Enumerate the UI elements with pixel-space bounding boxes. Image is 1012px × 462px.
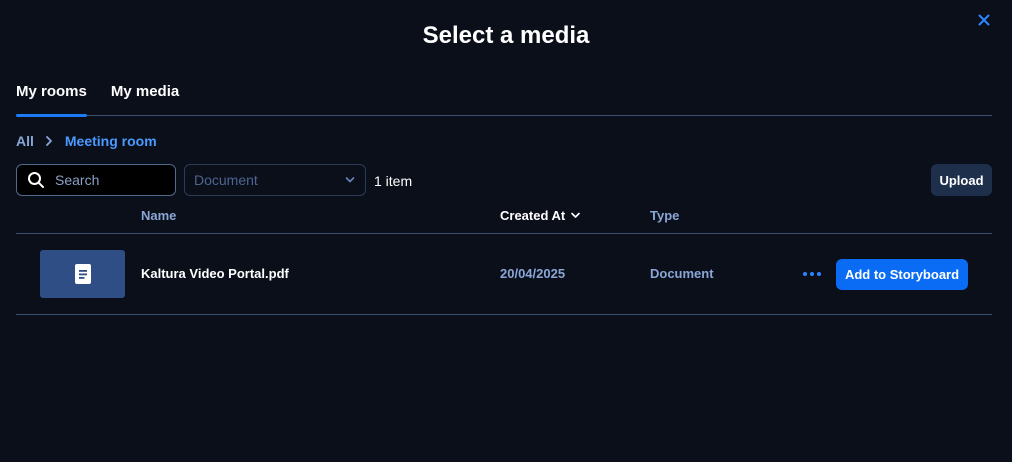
type-filter-select[interactable]: Document (184, 164, 366, 196)
breadcrumb-meeting-room[interactable]: Meeting room (65, 133, 157, 149)
column-header-type[interactable]: Type (650, 208, 679, 223)
more-horizontal-icon (803, 272, 821, 276)
media-created-at: 20/04/2025 (500, 266, 566, 281)
table-header: Name Created At Type (16, 200, 992, 234)
sort-chevron-down-icon (571, 212, 581, 218)
tab-my-media[interactable]: My media (111, 82, 179, 116)
media-name[interactable]: Kaltura Video Portal.pdf (141, 266, 289, 281)
upload-button[interactable]: Upload (931, 164, 992, 196)
search-icon (28, 172, 44, 188)
column-header-created-at-label: Created At (500, 208, 566, 223)
breadcrumb: All Meeting room (16, 133, 157, 149)
media-type: Document (650, 266, 714, 281)
column-header-created-at[interactable]: Created At (500, 208, 581, 223)
add-to-storyboard-button[interactable]: Add to Storyboard (836, 259, 968, 290)
search-input[interactable] (55, 172, 165, 188)
column-header-name[interactable]: Name (141, 208, 176, 223)
chevron-right-icon (45, 136, 53, 146)
type-filter-value: Document (194, 172, 258, 188)
document-icon (74, 264, 91, 284)
tab-bar: My rooms My media (16, 82, 992, 117)
media-thumbnail[interactable] (40, 250, 125, 298)
tab-my-rooms[interactable]: My rooms (16, 82, 87, 117)
search-box[interactable] (16, 164, 176, 196)
more-actions-button[interactable] (800, 264, 824, 284)
breadcrumb-all[interactable]: All (16, 133, 34, 149)
table-row[interactable]: Kaltura Video Portal.pdf 20/04/2025 Docu… (16, 234, 992, 315)
chevron-down-icon (345, 177, 355, 183)
item-count: 1 item (374, 173, 413, 189)
dialog-title: Select a media (422, 22, 590, 49)
